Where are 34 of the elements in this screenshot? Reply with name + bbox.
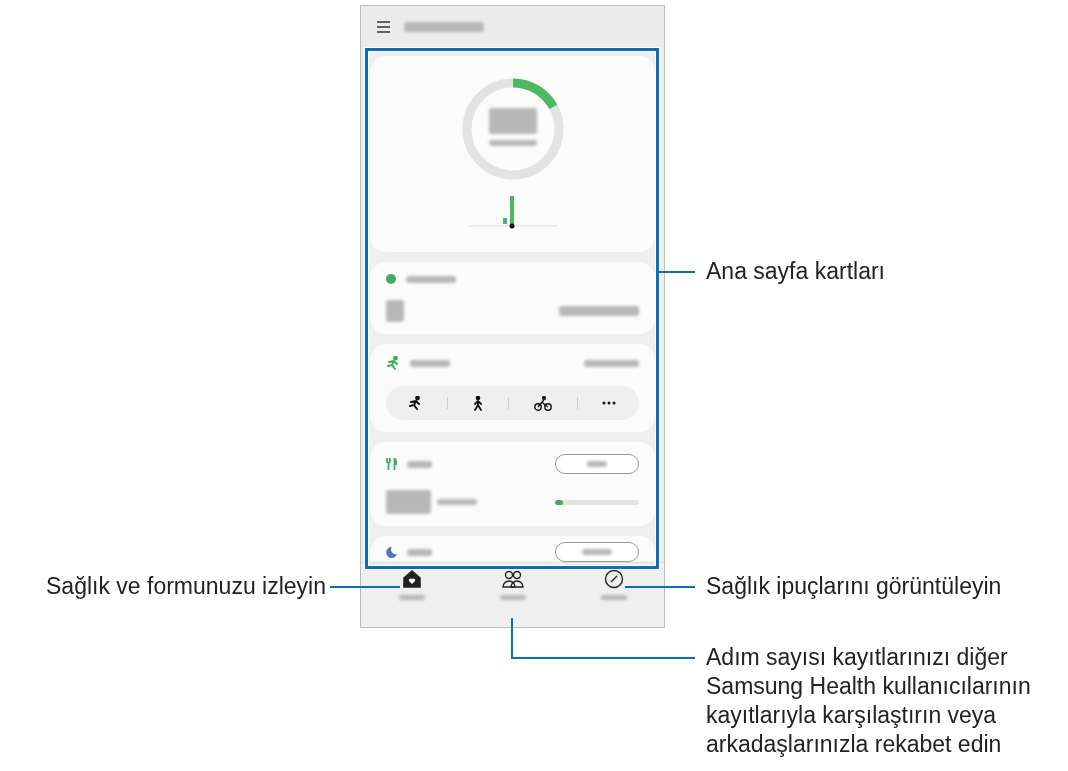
callout-label: Ana sayfa kartları <box>706 257 885 286</box>
leader-line <box>657 271 696 273</box>
leader-line <box>329 586 401 588</box>
blurred-text <box>437 499 477 505</box>
sleep-card[interactable] <box>370 536 655 562</box>
menu-icon[interactable] <box>377 21 390 33</box>
more-icon[interactable] <box>602 401 617 405</box>
blurred-text <box>407 548 432 556</box>
blurred-text <box>386 490 431 514</box>
blurred-text <box>488 108 537 134</box>
record-button[interactable] <box>555 542 639 562</box>
callout-label: Adım sayısı kayıtlarınızı diğer Samsung Health kullanıcılarının kayıtlarıyla karşılaştırın veya arkadaşlarınızla rekabet edin <box>706 643 1032 759</box>
blurred-text <box>410 359 450 367</box>
blurred-text <box>406 275 456 283</box>
running-icon[interactable] <box>408 396 423 410</box>
leader-line <box>624 586 696 588</box>
moon-icon <box>386 546 397 558</box>
blurred-text <box>386 300 404 322</box>
blurred-text <box>499 595 526 600</box>
compass-icon[interactable] <box>603 569 624 589</box>
running-icon <box>386 356 400 370</box>
callout-label: Sağlık ipuçlarını görüntüleyin <box>706 572 1002 601</box>
blurred-text <box>398 595 425 600</box>
blurred-text <box>488 140 537 146</box>
clock-icon <box>386 274 396 284</box>
add-button[interactable] <box>555 454 639 474</box>
home-icon[interactable] <box>401 569 422 589</box>
blurred-text <box>600 595 627 600</box>
blurred-text <box>407 460 432 468</box>
callout-label: Sağlık ve formunuzu izleyin <box>46 572 326 601</box>
cycling-icon[interactable] <box>533 395 552 411</box>
fork-knife-icon <box>386 458 397 470</box>
people-icon[interactable] <box>501 569 524 589</box>
walking-icon[interactable] <box>473 395 484 411</box>
